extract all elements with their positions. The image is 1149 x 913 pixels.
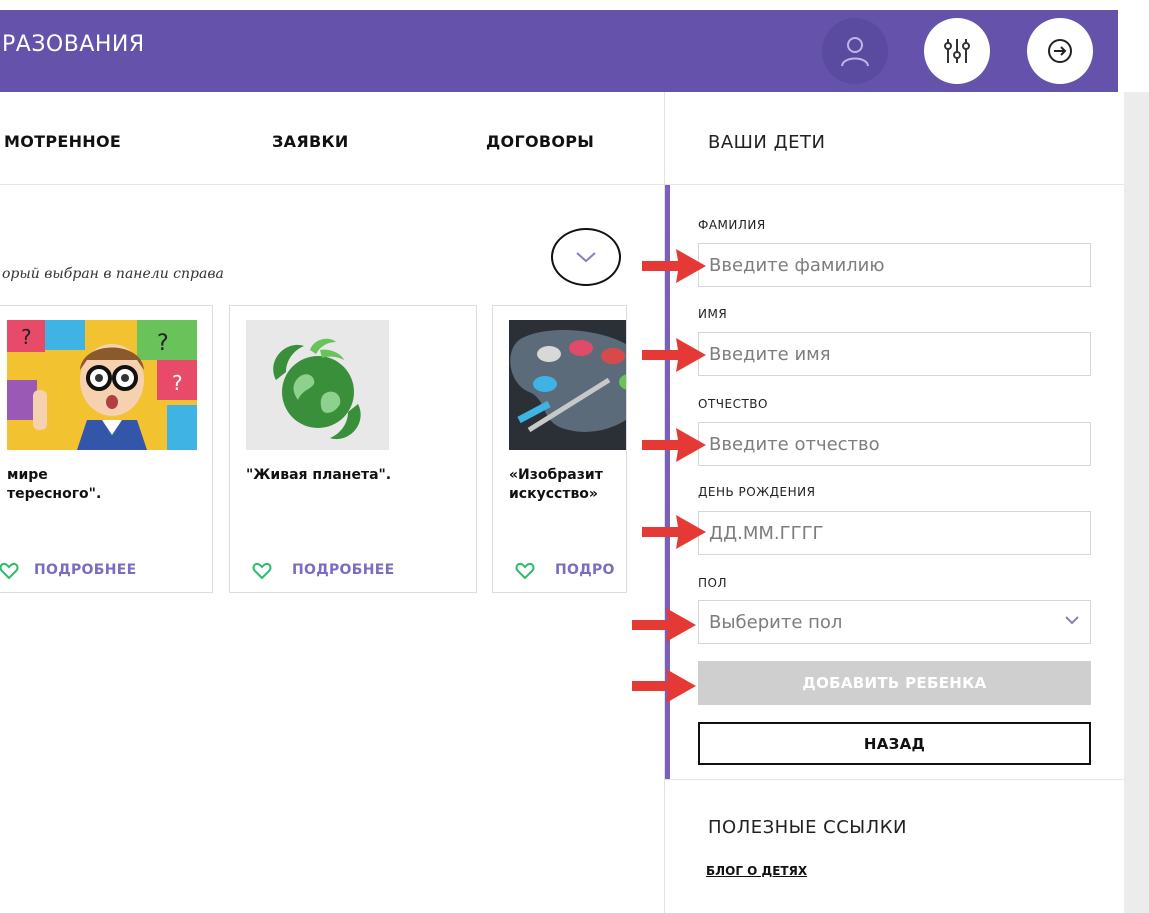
birthday-label: ДЕНЬ РОЖДЕНИЯ bbox=[698, 485, 816, 499]
surname-field[interactable] bbox=[698, 243, 1091, 287]
program-title: мире тересного". bbox=[7, 466, 212, 504]
logout-button[interactable] bbox=[1027, 18, 1093, 84]
surname-label: ФАМИЛИЯ bbox=[698, 218, 766, 232]
program-title-line: искусство» bbox=[509, 486, 598, 502]
gender-select-value: Выберите пол bbox=[709, 612, 843, 633]
program-card[interactable]: "Живая планета". ПОДРОБНЕЕ bbox=[229, 305, 477, 593]
program-image bbox=[246, 320, 389, 450]
program-title-line: «Изобразит bbox=[509, 467, 603, 483]
annotation-arrow-icon bbox=[632, 608, 696, 642]
tab-viewed[interactable]: МОТРЕННОЕ bbox=[4, 132, 121, 151]
svg-text:?: ? bbox=[172, 371, 183, 395]
heart-icon[interactable] bbox=[515, 561, 535, 581]
profile-button[interactable] bbox=[822, 18, 888, 84]
selection-hint: орый выбран в панели справа bbox=[2, 266, 224, 282]
program-image bbox=[509, 320, 626, 450]
header: РАЗОВАНИЯ bbox=[0, 10, 1118, 92]
birthday-field[interactable] bbox=[698, 511, 1091, 555]
scrollbar[interactable] bbox=[1124, 92, 1149, 913]
sliders-icon bbox=[944, 39, 970, 63]
useful-links-title: ПОЛЕЗНЫЕ ССЫЛКИ bbox=[708, 817, 907, 838]
user-icon bbox=[841, 37, 869, 67]
name-label: ИМЯ bbox=[698, 307, 728, 321]
heart-icon[interactable] bbox=[0, 561, 19, 581]
panel-header: ВАШИ ДЕТИ bbox=[665, 92, 1124, 185]
program-card[interactable]: «Изобразит искусство» ПОДРО bbox=[492, 305, 627, 593]
program-title-line: мире bbox=[7, 467, 48, 483]
brand-title: РАЗОВАНИЯ bbox=[2, 32, 145, 57]
panel-title: ВАШИ ДЕТИ bbox=[708, 132, 826, 153]
blog-link[interactable]: БЛОГ О ДЕТЯХ bbox=[706, 864, 807, 878]
gender-label: ПОЛ bbox=[698, 576, 727, 590]
annotation-arrow-icon bbox=[642, 249, 706, 283]
program-title: «Изобразит искусство» bbox=[509, 466, 626, 504]
tab-applications[interactable]: ЗАЯВКИ bbox=[272, 132, 349, 151]
chevron-down-icon bbox=[1065, 616, 1079, 625]
tab-contracts[interactable]: ДОГОВОРЫ bbox=[486, 132, 594, 151]
more-link[interactable]: ПОДРО bbox=[555, 562, 615, 578]
program-card[interactable]: ? ? ? ? мире тересного". ПОДРОБНЕЕ bbox=[0, 305, 213, 593]
gender-select[interactable]: Выберите пол bbox=[698, 600, 1091, 644]
annotation-arrow-icon bbox=[642, 515, 706, 549]
more-link[interactable]: ПОДРОБНЕЕ bbox=[292, 562, 394, 578]
more-link[interactable]: ПОДРОБНЕЕ bbox=[34, 562, 136, 578]
svg-text:?: ? bbox=[21, 325, 32, 349]
svg-text:?: ? bbox=[157, 331, 169, 356]
name-field[interactable] bbox=[698, 332, 1091, 376]
top-strip bbox=[0, 0, 1149, 10]
program-title: "Живая планета". bbox=[246, 466, 476, 485]
program-title-line: тересного". bbox=[7, 486, 102, 502]
heart-icon[interactable] bbox=[252, 561, 272, 581]
expand-button[interactable] bbox=[551, 228, 621, 286]
annotation-arrow-icon bbox=[642, 428, 706, 462]
annotation-arrow-icon bbox=[632, 669, 696, 703]
filters-button[interactable] bbox=[924, 18, 990, 84]
tabs-bar: МОТРЕННОЕ ЗАЯВКИ ДОГОВОРЫ bbox=[0, 92, 665, 185]
patronymic-label: ОТЧЕСТВО bbox=[698, 397, 768, 411]
program-title-line: "Живая планета". bbox=[246, 467, 392, 483]
annotation-arrow-icon bbox=[642, 338, 706, 372]
patronymic-field[interactable] bbox=[698, 422, 1091, 466]
back-button[interactable]: НАЗАД bbox=[698, 722, 1091, 765]
add-child-button[interactable]: ДОБАВИТЬ РЕБЕНКА bbox=[698, 661, 1091, 705]
program-image: ? ? ? ? bbox=[7, 320, 197, 450]
logout-icon bbox=[1048, 39, 1072, 63]
chevron-down-icon bbox=[576, 252, 596, 263]
form-divider bbox=[665, 779, 1124, 780]
